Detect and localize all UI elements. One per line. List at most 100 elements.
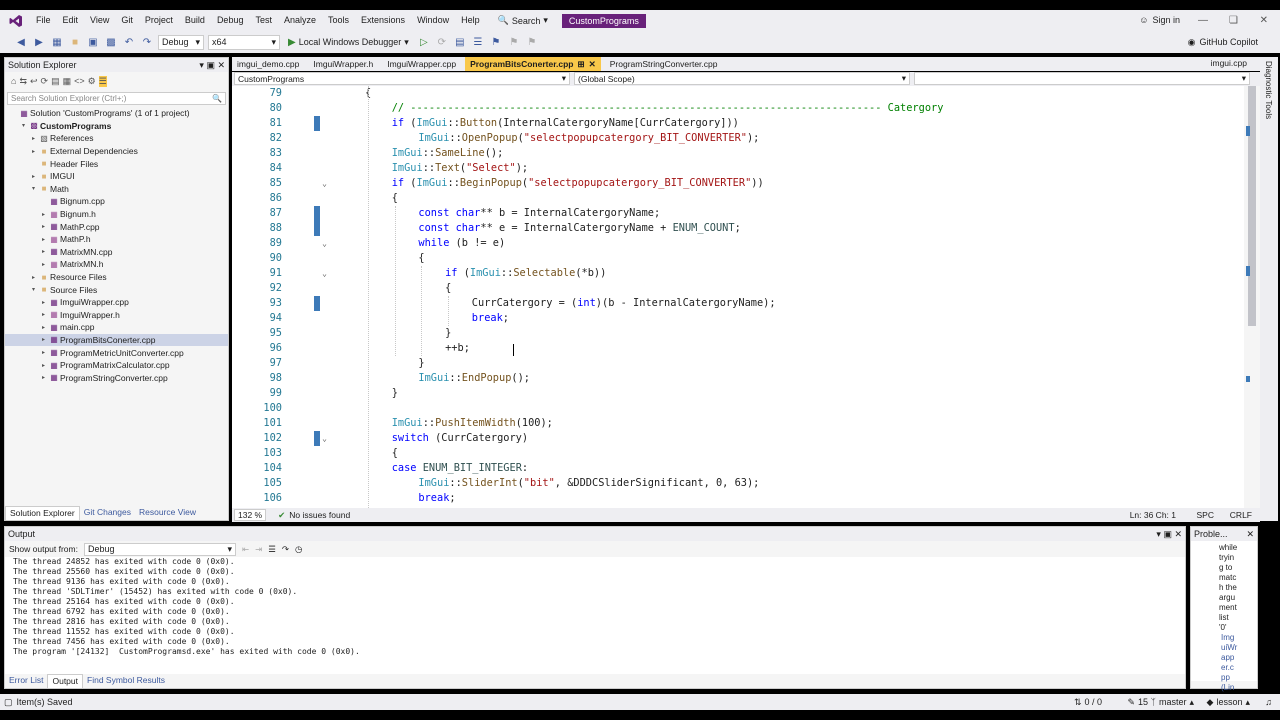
scrollbar-thumb[interactable] [1248, 86, 1256, 326]
bookmark-prev-icon[interactable]: ⚑ [507, 37, 521, 48]
close-icon[interactable]: ✕ [1246, 529, 1254, 539]
tree-item[interactable]: ▸ ▦ ProgramBitsConerter.cpp [5, 333, 228, 347]
tree-item[interactable]: ▸ ▧ References [5, 132, 228, 145]
chevron-right-icon[interactable]: ▸ [39, 374, 48, 381]
problem-link[interactable]: (Lin [1219, 683, 1257, 693]
search-button[interactable]: 🔍 Search ▾ [492, 15, 554, 26]
save-icon[interactable]: ▣ [86, 37, 100, 48]
chevron-right-icon[interactable]: ▸ [29, 148, 38, 155]
problem-link[interactable]: uiWr [1219, 643, 1257, 653]
chevron-right-icon[interactable]: ▸ [39, 336, 48, 343]
chevron-right-icon[interactable]: ▸ [39, 248, 48, 255]
tab-resource-view[interactable]: Resource View [135, 506, 200, 520]
solution-search-input[interactable]: Search Solution Explorer (Ctrl+;) 🔍 [7, 92, 226, 105]
bookmark-icon[interactable]: ⚑ [489, 37, 503, 48]
tree-item[interactable]: ▸ ■ IMGUI [5, 170, 228, 183]
bookmark-next-icon[interactable]: ⚑ [525, 37, 539, 48]
zoom-select[interactable]: 132 % [234, 509, 267, 521]
tree-item[interactable]: ▾ ■ Source Files [5, 283, 228, 296]
editor-tab[interactable]: imgui_demo.cpp [232, 57, 304, 71]
branch-status[interactable]: ᛉ master ▴ [1151, 697, 1194, 708]
problem-link[interactable]: Img [1219, 633, 1257, 643]
tab-find-symbol-results[interactable]: Find Symbol Results [83, 674, 169, 688]
tab-solution-explorer[interactable]: Solution Explorer [5, 506, 80, 520]
code-editor[interactable]: 79{80// --------------------------------… [232, 86, 1244, 508]
output-source-select[interactable]: Debug ▾ [83, 542, 236, 556]
menu-window[interactable]: Window [411, 10, 455, 31]
menu-test[interactable]: Test [249, 10, 278, 31]
chevron-down-icon[interactable]: ▾ [29, 286, 38, 293]
prev-message-icon[interactable]: ⇤ [242, 544, 249, 555]
refresh-icon[interactable]: ⟳ [41, 76, 49, 87]
code-line[interactable]: 102 ⌄ switch (CurrCatergory) [232, 431, 1244, 446]
chevron-right-icon[interactable]: ▸ [39, 236, 48, 243]
tab-error-list[interactable]: Error List [5, 674, 47, 688]
start-debugging-button[interactable]: ▶ Local Windows Debugger ▾ [284, 37, 413, 48]
code-line[interactable]: 93 CurrCatergory = (int)(b - InternalCate… [232, 296, 1244, 311]
global-scope-select[interactable]: (Global Scope) ▾ [574, 72, 910, 85]
chevron-right-icon[interactable]: ▸ [39, 211, 48, 218]
word-wrap-icon[interactable]: ↷ [282, 544, 289, 555]
repository-status[interactable]: ◆ lesson ▴ [1207, 697, 1250, 708]
code-line[interactable]: 83 ImGui::SameLine(); [232, 146, 1244, 161]
github-copilot-button[interactable]: ◉ GitHub Copilot [1188, 31, 1258, 53]
code-line[interactable]: 95} [232, 326, 1244, 341]
chevron-right-icon[interactable]: ▸ [29, 274, 38, 281]
tree-item[interactable]: ▾ ▩ CustomPrograms [5, 120, 228, 133]
code-line[interactable]: 90 { [232, 251, 1244, 266]
line-ending[interactable]: CRLF [1230, 510, 1252, 520]
code-line[interactable]: 103 { [232, 446, 1244, 461]
tree-item[interactable]: ▸ ▦ Bignum.h [5, 208, 228, 221]
code-line[interactable]: 80 // -----------------------------------… [232, 101, 1244, 116]
project-scope-select[interactable]: CustomPrograms ▾ [234, 72, 570, 85]
chevron-right-icon[interactable]: ▸ [39, 223, 48, 230]
problem-link[interactable]: er.c [1219, 663, 1257, 673]
menu-build[interactable]: Build [179, 10, 211, 31]
code-view-icon[interactable]: <> [74, 76, 85, 86]
code-line[interactable]: 106 break; [232, 491, 1244, 506]
editor-tab[interactable]: ProgramStringConverter.cpp [605, 57, 723, 71]
maximize-button[interactable]: ❏ [1229, 10, 1238, 31]
menu-analyze[interactable]: Analyze [278, 10, 322, 31]
new-project-icon[interactable]: ▦ [50, 37, 64, 48]
toolbar-misc-icon[interactable]: ▤ [453, 37, 467, 48]
save-all-icon[interactable]: ▩ [104, 37, 118, 48]
editor-tab[interactable]: imgui.cpp [1206, 57, 1252, 69]
chevron-down-icon[interactable]: ▾ [19, 122, 28, 129]
tree-item[interactable]: ▸ ▦ MathP.h [5, 233, 228, 246]
hot-reload-icon[interactable]: ⟳ [435, 37, 449, 48]
tree-item[interactable]: ▸ ■ Resource Files [5, 271, 228, 284]
menu-git[interactable]: Git [115, 10, 139, 31]
menu-view[interactable]: View [84, 10, 115, 31]
tree-item[interactable]: ▸ ▦ MatrixMN.h [5, 258, 228, 271]
undo-icon[interactable]: ↶ [122, 37, 136, 48]
code-line[interactable]: 96 ++b; [232, 341, 1244, 356]
solution-configuration-select[interactable]: Debug ▾ [158, 34, 204, 50]
tree-item[interactable]: ▸ ▦ ProgramStringConverter.cpp [5, 371, 228, 384]
redo-icon[interactable]: ↷ [140, 37, 154, 48]
sync-icon[interactable]: ⇆ [19, 76, 27, 87]
chevron-right-icon[interactable]: ▸ [39, 299, 48, 306]
menu-debug[interactable]: Debug [211, 10, 250, 31]
back-icon[interactable]: ◀ [14, 37, 28, 48]
menu-tools[interactable]: Tools [322, 10, 355, 31]
comment-icon[interactable]: ☰ [471, 37, 485, 48]
tree-item[interactable]: ▦ Bignum.cpp [5, 195, 228, 208]
editor-tab[interactable]: ImguiWrapper.cpp [382, 57, 461, 71]
whitespace-mode[interactable]: SPC [1197, 510, 1214, 520]
code-line[interactable]: 92 { [232, 281, 1244, 296]
code-line[interactable]: 100 [232, 401, 1244, 416]
tree-item[interactable]: ▸ ▦ ProgramMetricUnitConverter.cpp [5, 346, 228, 359]
code-line[interactable]: 88 const char** e = InternalCatergoryName… [232, 221, 1244, 236]
diagnostic-tools-side-tab[interactable]: Diagnostic Tools [1260, 57, 1278, 521]
menu-help[interactable]: Help [455, 10, 486, 31]
tree-item[interactable]: ▾ ■ Math [5, 183, 228, 196]
code-line[interactable]: 105 ImGui::SliderInt("bit", &DDDCSliderSi… [232, 476, 1244, 491]
fold-toggle-icon[interactable]: ⌄ [320, 431, 329, 446]
code-line[interactable]: 89 ⌄ while (b != e) [232, 236, 1244, 251]
code-line[interactable]: 99} [232, 386, 1244, 401]
issues-status[interactable]: No issues found [289, 510, 350, 520]
tree-item[interactable]: ▦ Solution 'CustomPrograms' (1 of 1 proje… [5, 107, 228, 120]
properties-icon[interactable]: ⚙ [88, 76, 96, 87]
open-folder-icon[interactable]: ■ [68, 37, 82, 48]
